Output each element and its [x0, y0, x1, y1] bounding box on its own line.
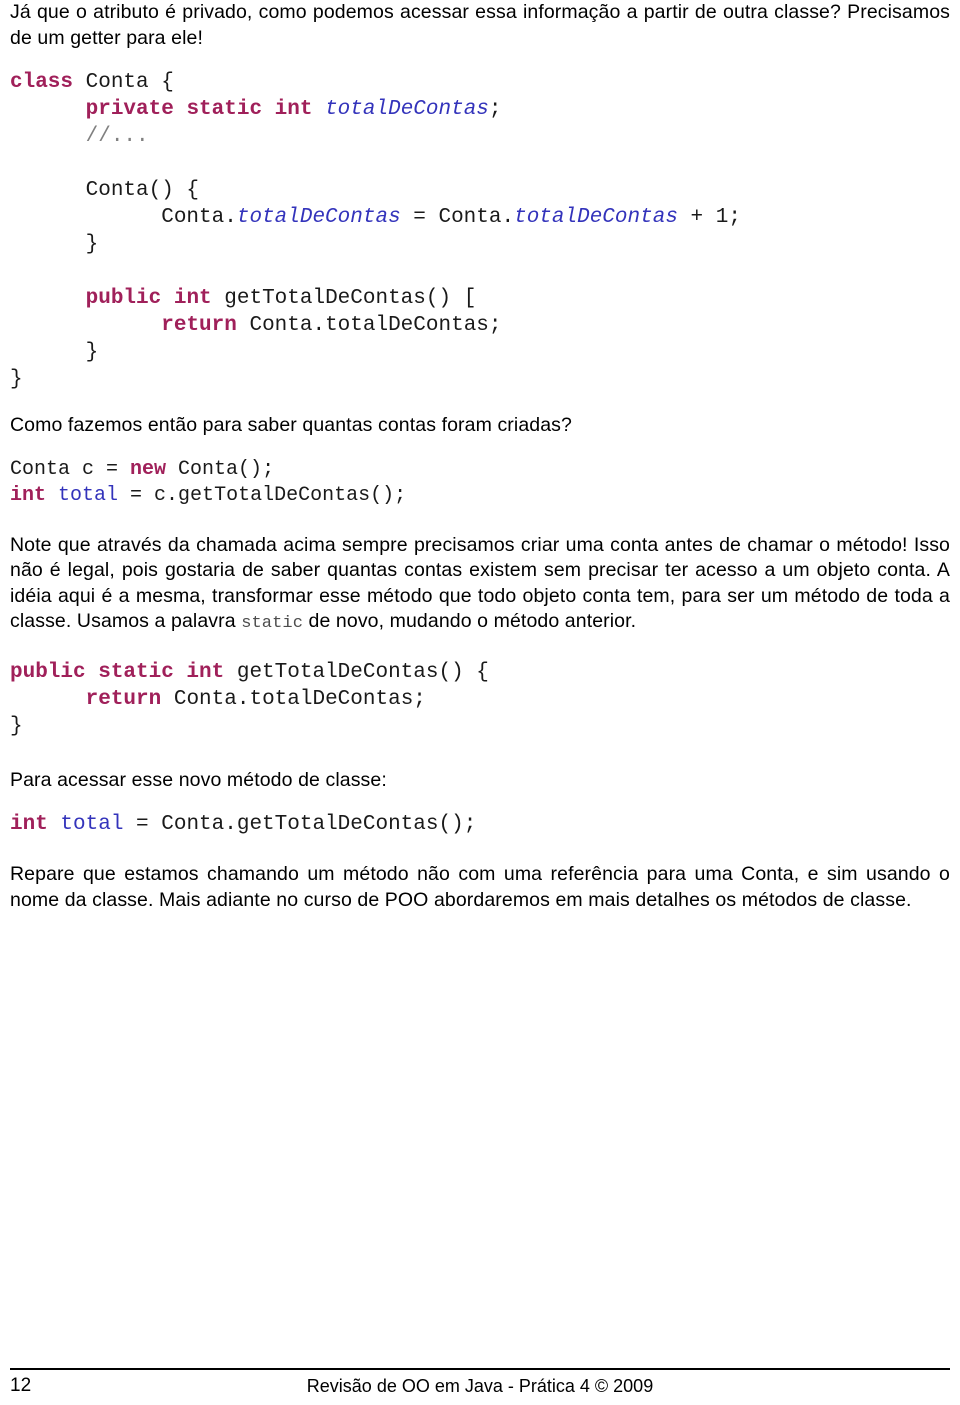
code-token-kw: new	[130, 457, 167, 481]
paragraph-note: Note que através da chamada acima sempre…	[10, 533, 950, 637]
code-token-var: total	[58, 483, 119, 507]
page-content: Já que o atributo é privado, como podemo…	[10, 0, 950, 913]
footer-caption: Revisão de OO em Java - Prática 4 © 2009	[306, 1376, 654, 1396]
code-token-ident: totalDeContas	[325, 98, 489, 121]
code-token-kw: int	[10, 813, 48, 836]
code-token-kw: return	[161, 314, 237, 337]
document-page: Já que o atributo é privado, como podemo…	[0, 0, 960, 1402]
code-token-kw: public int	[85, 287, 212, 310]
footer-divider	[10, 1368, 950, 1370]
code-token-var: total	[60, 813, 124, 836]
paragraph-access-new-method: Para acessar esse novo método de classe:	[10, 768, 387, 791]
paragraph-closing: Repare que estamos chamando um método nã…	[10, 863, 950, 911]
note-text-part2: de novo, mudando o método anterior.	[303, 610, 637, 632]
code-token-kw: return	[85, 687, 162, 711]
code-token-kw: private static int	[85, 98, 313, 121]
footer-row: 12 Revisão de OO em Java - Prática 4 © 2…	[10, 1375, 950, 1405]
inline-code-static: static	[241, 614, 303, 633]
paragraph-question-how: Como fazemos então para saber quantas co…	[10, 414, 572, 436]
code-token-kw: int	[10, 483, 47, 507]
paragraph-intro: Já que o atributo é privado, como podemo…	[10, 1, 950, 49]
code-block-usage-static: int total = Conta.getTotalDeContas();	[10, 813, 477, 836]
code-token-ident: totalDeContas	[514, 206, 678, 229]
code-block-usage-instance: Conta c = new Conta(); int total = c.get…	[10, 457, 407, 507]
code-token-ident: totalDeContas	[236, 206, 401, 229]
code-token-kw: public static int	[10, 660, 225, 684]
code-block-static-method: public static int getTotalDeContas() { r…	[10, 660, 489, 738]
code-block-conta-class: class Conta { private static int totalDe…	[10, 71, 741, 391]
code-token-cmt: //...	[85, 125, 149, 148]
code-token-kw: class	[10, 71, 74, 94]
page-footer: 12 Revisão de OO em Java - Prática 4 © 2…	[10, 1368, 950, 1405]
